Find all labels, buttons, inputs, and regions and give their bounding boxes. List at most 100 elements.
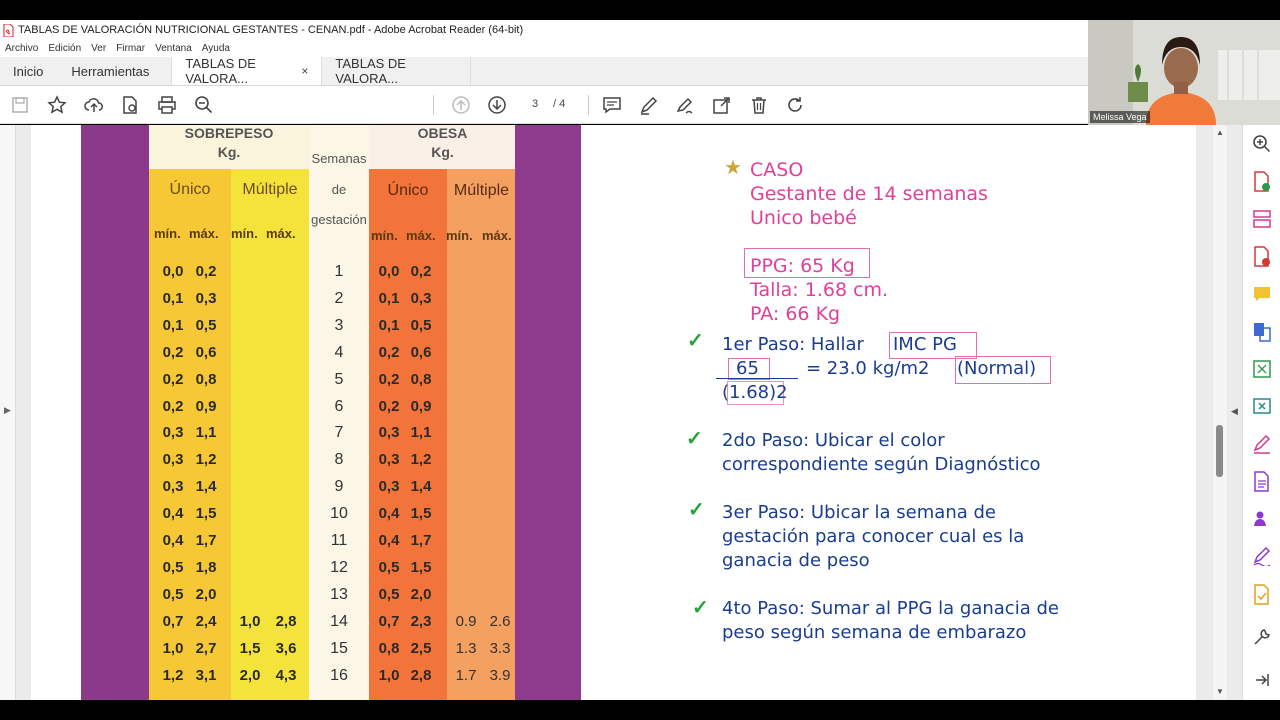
edit-pdf-icon[interactable] bbox=[1252, 434, 1272, 459]
collapse-pane-icon[interactable] bbox=[1253, 671, 1271, 694]
table-cell: 0,5 bbox=[410, 316, 432, 334]
sobrepeso-header: SOBREPESO bbox=[184, 125, 274, 141]
create-pdf-icon[interactable] bbox=[1252, 246, 1272, 273]
share-edit-icon[interactable] bbox=[712, 95, 732, 115]
scroll-down-icon[interactable]: ▼ bbox=[1216, 687, 1224, 696]
left-panel-toggle[interactable]: ▶ bbox=[0, 125, 16, 700]
max-label: máx. bbox=[266, 226, 296, 241]
denominator: (1.68)2 bbox=[722, 382, 788, 403]
request-signature-icon[interactable] bbox=[1252, 509, 1272, 534]
table-cell: 0,8 bbox=[410, 370, 432, 388]
comment-icon[interactable] bbox=[602, 95, 622, 115]
table-cell: 2,0 bbox=[410, 585, 432, 603]
table-cell: 1,8 bbox=[195, 558, 217, 576]
previous-page-icon[interactable] bbox=[451, 95, 471, 115]
page-number-input[interactable]: 3 bbox=[522, 93, 548, 115]
table-cell: 3.3 bbox=[489, 639, 511, 657]
menu-firmar[interactable]: Firmar bbox=[116, 43, 145, 54]
collapse-right-panel-icon[interactable]: ◀ bbox=[1231, 406, 1238, 417]
obesa-unico-label: Único bbox=[387, 182, 429, 199]
next-page-icon[interactable] bbox=[487, 95, 507, 115]
compress-pdf-icon[interactable] bbox=[1252, 396, 1272, 421]
min-label: mín. bbox=[231, 226, 258, 241]
rotate-icon[interactable] bbox=[785, 95, 805, 115]
close-tab-icon[interactable]: × bbox=[301, 64, 308, 78]
table-cell: 7 bbox=[334, 424, 344, 442]
window-title: TABLAS DE VALORACIÓN NUTRICIONAL GESTANT… bbox=[18, 24, 524, 36]
zoom-icon[interactable] bbox=[194, 95, 214, 115]
tab-home-label: Inicio bbox=[13, 63, 44, 79]
ppg-value: PPG: 65 Kg bbox=[750, 255, 855, 277]
menu-ver[interactable]: Ver bbox=[91, 43, 106, 54]
save-icon[interactable] bbox=[10, 95, 30, 115]
print-icon[interactable] bbox=[157, 95, 177, 115]
table-cell: 0,3 bbox=[195, 289, 217, 307]
draw-sign-icon[interactable] bbox=[675, 95, 695, 115]
table-cell: 0,9 bbox=[195, 397, 217, 415]
min-label: mín. bbox=[371, 228, 398, 243]
table-cell: 1 bbox=[334, 263, 344, 280]
more-tools-icon[interactable] bbox=[1252, 627, 1272, 652]
gestacion-label: gestación bbox=[311, 212, 367, 227]
step-4-line-2: peso según semana de embarazo bbox=[722, 622, 1027, 643]
checkmark-icon: ✓ bbox=[692, 597, 709, 619]
table-cell: 6 bbox=[334, 397, 344, 415]
highlight-pen-icon[interactable] bbox=[639, 95, 659, 115]
table-cell: 9 bbox=[334, 478, 344, 496]
table-cell: 11 bbox=[330, 532, 348, 549]
bookmark-star-icon[interactable] bbox=[47, 95, 67, 115]
tab-tools-label: Herramientas bbox=[71, 63, 150, 79]
tab-home[interactable]: Inicio bbox=[0, 57, 56, 85]
table-cell: 2.6 bbox=[489, 612, 511, 630]
expand-left-icon[interactable]: ▶ bbox=[4, 405, 11, 416]
table-cell: 1,1 bbox=[195, 424, 217, 442]
caso-title: CASO bbox=[750, 159, 804, 181]
table-cell: 0,8 bbox=[195, 370, 217, 388]
sobrepeso-kg: Kg. bbox=[217, 144, 241, 160]
document-viewport[interactable]: ▶ SOBREPESO Kg. OBESA Kg. Semanas de ges… bbox=[0, 125, 1242, 700]
tab-tools[interactable]: Herramientas bbox=[56, 57, 171, 85]
table-cell: 4 bbox=[334, 343, 344, 361]
participant-name: Melissa Vega bbox=[1090, 111, 1150, 123]
table-cell: 1.7 bbox=[455, 666, 477, 684]
menu-edicion[interactable]: Edición bbox=[48, 43, 81, 54]
table-cell: 16 bbox=[330, 666, 348, 684]
scrollbar-thumb[interactable] bbox=[1216, 425, 1223, 477]
tab-document-1[interactable]: TABLAS DE VALORA... × bbox=[171, 56, 322, 86]
organize-pages-icon[interactable] bbox=[1252, 209, 1272, 234]
table-cell: 13 bbox=[330, 585, 348, 603]
document-search-icon[interactable] bbox=[120, 95, 140, 115]
send-comments-icon[interactable] bbox=[1252, 584, 1272, 611]
page-total: / 4 bbox=[553, 98, 566, 110]
talla-value: Talla: 1.68 cm. bbox=[750, 279, 889, 301]
pdf-document-icon[interactable] bbox=[1252, 471, 1272, 498]
table-cell: 1,7 bbox=[410, 532, 432, 549]
step-1-imc: IMC PG bbox=[893, 334, 957, 355]
tools-pane bbox=[1242, 125, 1280, 700]
menu-ventana[interactable]: Ventana bbox=[155, 43, 192, 54]
menu-archivo[interactable]: Archivo bbox=[5, 43, 38, 54]
table-cell: 1,4 bbox=[410, 478, 432, 496]
numerator: 65 bbox=[736, 358, 759, 379]
table-cell: 1,5 bbox=[410, 505, 432, 523]
table-cell: 0.9 bbox=[455, 612, 477, 630]
tab-document-2[interactable]: TABLAS DE VALORA... bbox=[321, 56, 472, 86]
export-pdf-icon[interactable] bbox=[1252, 171, 1272, 198]
sobrepeso-unico-label: Único bbox=[169, 181, 211, 198]
export-excel-icon[interactable] bbox=[1252, 359, 1272, 384]
min-label: mín. bbox=[154, 226, 181, 241]
upload-cloud-icon[interactable] bbox=[84, 95, 104, 115]
vertical-scrollbar[interactable]: ▲ ▼ bbox=[1213, 125, 1227, 700]
table-cell: 8 bbox=[334, 451, 344, 469]
step-3-line-1: 3er Paso: Ubicar la semana de bbox=[722, 502, 996, 523]
fill-sign-icon[interactable] bbox=[1252, 546, 1272, 571]
step-1-text: 1er Paso: Hallar bbox=[722, 334, 864, 355]
table-cell: 1,5 bbox=[410, 558, 432, 576]
combine-files-icon[interactable] bbox=[1252, 321, 1272, 348]
delete-icon[interactable] bbox=[749, 95, 769, 115]
comment-tool-icon[interactable] bbox=[1252, 284, 1272, 309]
toolbar-divider bbox=[433, 95, 434, 115]
menu-ayuda[interactable]: Ayuda bbox=[202, 43, 230, 54]
search-zoom-icon[interactable] bbox=[1252, 134, 1272, 159]
scroll-up-icon[interactable]: ▲ bbox=[1216, 128, 1224, 137]
